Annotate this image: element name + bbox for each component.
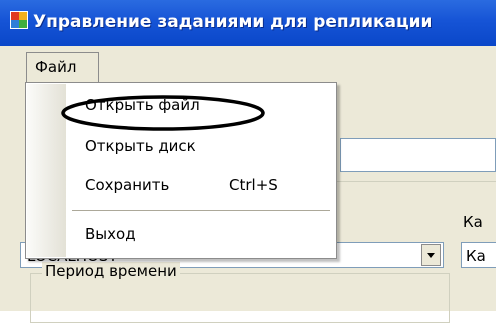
menu-file[interactable]: Файл bbox=[26, 52, 99, 82]
menu-item-open-disk[interactable]: Открыть диск bbox=[85, 135, 196, 157]
menu-separator bbox=[72, 210, 330, 211]
window-title: Управление заданиями для репликации bbox=[33, 12, 433, 32]
menu-item-exit[interactable]: Выход bbox=[85, 223, 136, 245]
right-combobox-value: Ка bbox=[466, 247, 486, 265]
period-groupbox bbox=[30, 273, 450, 323]
right-combobox[interactable]: Ка bbox=[461, 242, 496, 268]
title-bar: Управление заданиями для репликации bbox=[0, 0, 496, 46]
app-icon bbox=[10, 11, 28, 29]
menu-item-save[interactable]: Сохранить bbox=[85, 174, 169, 196]
file-menu-dropdown: Открыть файл Открыть диск Сохранить Ctrl… bbox=[25, 82, 337, 259]
chevron-down-icon[interactable] bbox=[421, 244, 441, 266]
save-shortcut: Ctrl+S bbox=[229, 176, 278, 194]
right-field-label: Ка bbox=[463, 213, 483, 231]
top-text-field[interactable] bbox=[340, 138, 496, 172]
highlight-ellipse bbox=[61, 95, 265, 131]
group-divider bbox=[330, 181, 496, 182]
period-group-label: Период времени bbox=[42, 262, 180, 280]
